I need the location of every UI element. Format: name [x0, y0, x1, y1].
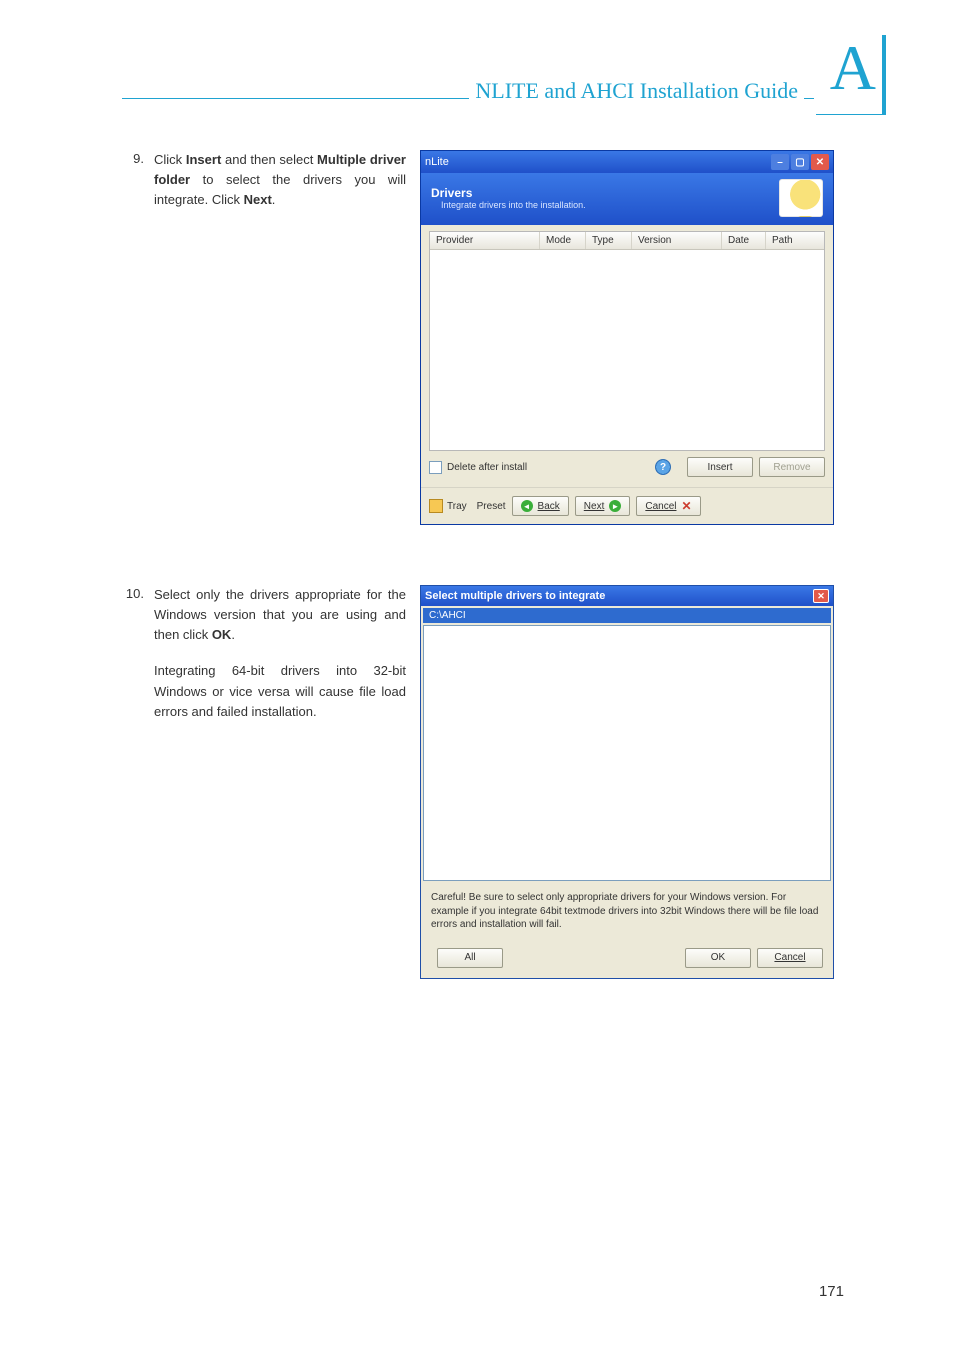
close-icon[interactable]: ✕ [813, 589, 829, 603]
step-number: 10. [122, 585, 154, 601]
col-type[interactable]: Type [586, 232, 632, 249]
help-icon[interactable]: ? [655, 459, 671, 475]
next-arrow-icon: ► [609, 500, 621, 512]
step-text: Select only the drivers appropriate for … [154, 585, 406, 722]
appendix-letter: A [830, 31, 876, 105]
select-drivers-dialog: Select multiple drivers to integrate ✕ C… [420, 585, 834, 979]
table-header-row: Provider Mode Type Version Date Path [430, 232, 824, 250]
remove-button[interactable]: Remove [759, 457, 825, 477]
appendix-badge: A [816, 35, 886, 115]
back-arrow-icon: ◄ [521, 500, 533, 512]
window-title: nLite [425, 156, 449, 168]
page-header-title: NLITE and AHCI Installation Guide [469, 78, 804, 104]
warning-text: Careful! Be sure to select only appropri… [421, 883, 833, 936]
insert-button[interactable]: Insert [687, 457, 753, 477]
cancel-button[interactable]: Cancel [757, 948, 823, 968]
close-icon[interactable]: ✕ [811, 154, 829, 170]
col-path[interactable]: Path [766, 232, 824, 249]
dialog-title: Select multiple drivers to integrate [425, 590, 605, 602]
window-header: Drivers Integrate drivers into the insta… [421, 173, 833, 225]
step-text: Click Insert and then select Multiple dr… [154, 150, 406, 210]
page-number: 171 [819, 1283, 844, 1300]
maximize-icon[interactable]: ▢ [791, 154, 809, 170]
col-version[interactable]: Version [632, 232, 722, 249]
tray-label[interactable]: Tray [447, 501, 467, 512]
delete-after-label: Delete after install [447, 462, 527, 473]
drivers-title: Drivers [431, 186, 779, 200]
drivers-subtitle: Integrate drivers into the installation. [431, 200, 779, 210]
preset-link[interactable]: Preset [477, 501, 506, 512]
minimize-icon[interactable]: – [771, 154, 789, 170]
path-bar: C:\AHCI [423, 608, 831, 623]
drivers-listbox[interactable] [423, 625, 831, 881]
tray-icon[interactable] [429, 499, 443, 513]
nlite-window: nLite – ▢ ✕ Drivers Integrate drivers in… [420, 150, 834, 525]
cancel-x-icon: ✕ [681, 499, 691, 513]
window-titlebar: nLite – ▢ ✕ [421, 151, 833, 173]
all-button[interactable]: All [437, 948, 503, 968]
nlite-logo-icon [779, 179, 823, 217]
back-button[interactable]: ◄ Back [512, 496, 569, 516]
delete-after-checkbox[interactable] [429, 461, 442, 474]
drivers-table[interactable]: Provider Mode Type Version Date Path [429, 231, 825, 451]
next-button[interactable]: Next ► [575, 496, 631, 516]
col-mode[interactable]: Mode [540, 232, 586, 249]
col-date[interactable]: Date [722, 232, 766, 249]
dialog-titlebar: Select multiple drivers to integrate ✕ [421, 586, 833, 606]
step-number: 9. [122, 150, 154, 166]
col-provider[interactable]: Provider [430, 232, 540, 249]
ok-button[interactable]: OK [685, 948, 751, 968]
cancel-button[interactable]: Cancel ✕ [636, 496, 700, 516]
